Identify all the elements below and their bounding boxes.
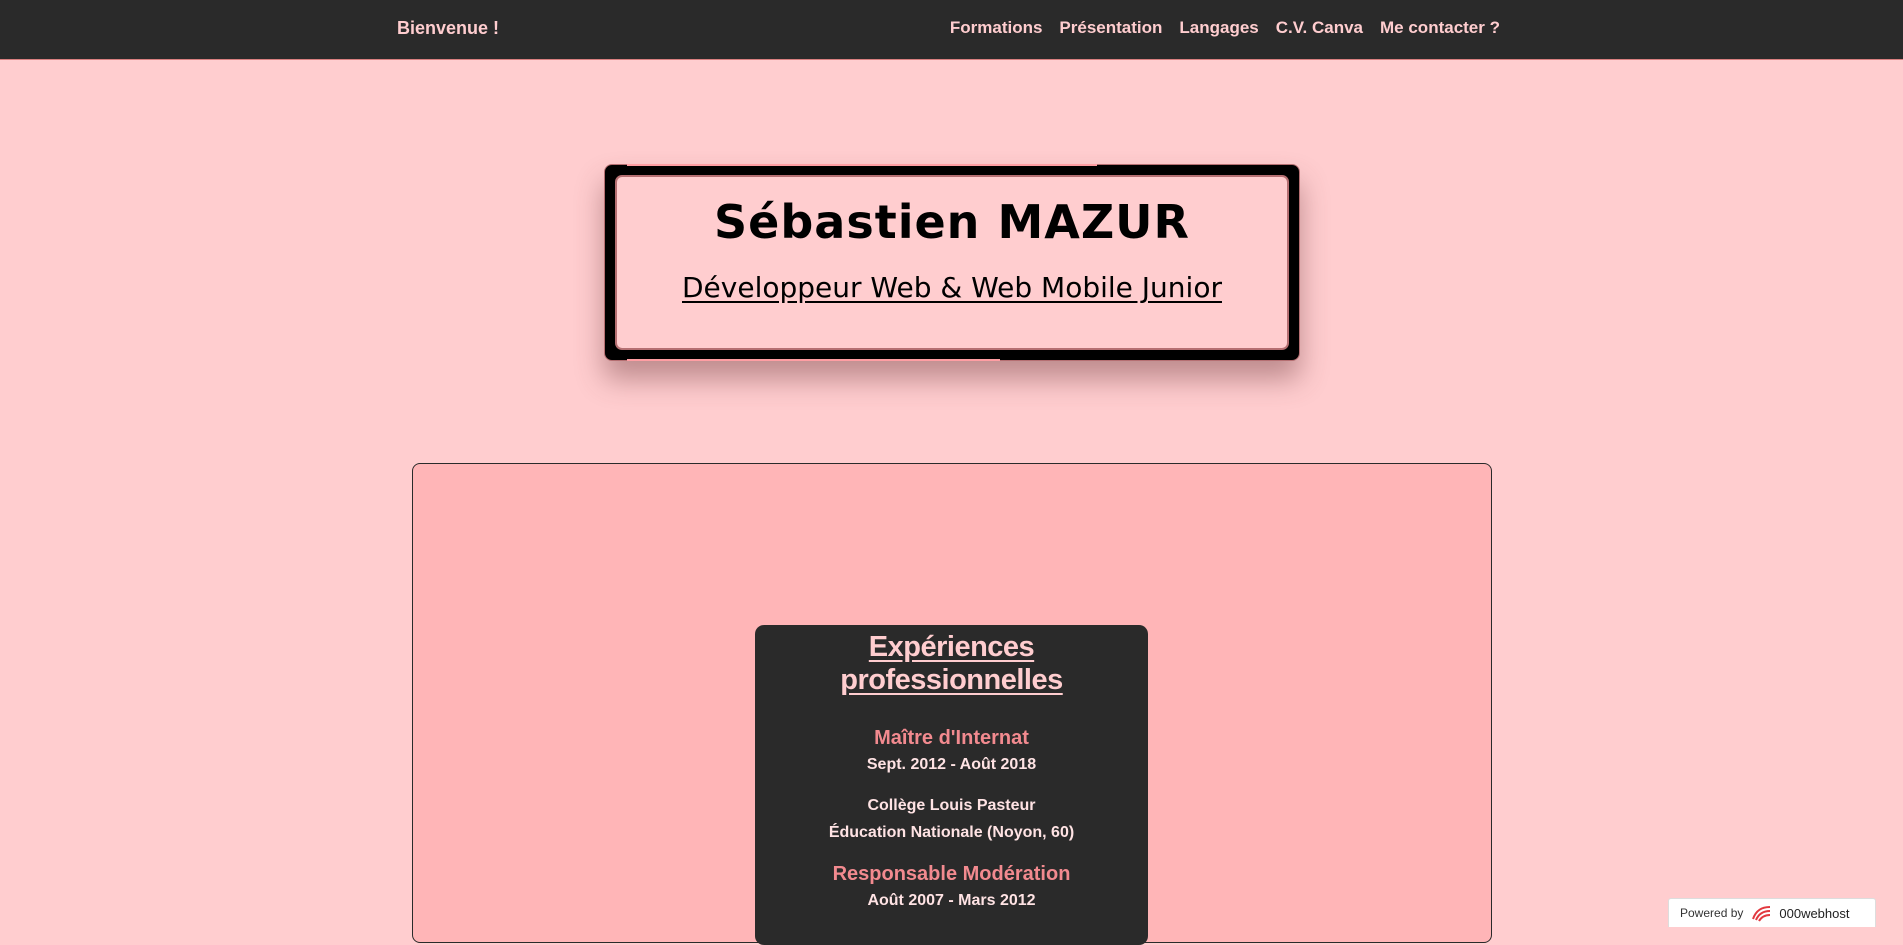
- hero-accent-line-bottom: [627, 359, 1000, 361]
- job-place: Collège Louis Pasteur Éducation National…: [755, 792, 1148, 846]
- job-item: Responsable Modération Août 2007 - Mars …: [755, 863, 1148, 910]
- hero-banner: Sébastien MAZUR Développeur Web & Web Mo…: [604, 164, 1300, 361]
- powered-by-badge[interactable]: Powered by 000webhost: [1668, 898, 1876, 927]
- brand-link[interactable]: Bienvenue !: [397, 18, 499, 39]
- job-title: Responsable Modération: [832, 863, 1071, 885]
- webhost-name: 000webhost: [1779, 905, 1850, 921]
- nav-link-langages[interactable]: Langages: [1179, 18, 1258, 38]
- hero-name: Sébastien MAZUR: [714, 195, 1190, 249]
- nav-links: Formations Présentation Langages C.V. Ca…: [950, 18, 1500, 38]
- nav-link-cv-canva[interactable]: C.V. Canva: [1276, 18, 1363, 38]
- nav-link-contact[interactable]: Me contacter ?: [1380, 18, 1500, 38]
- job-dates: Août 2007 - Mars 2012: [867, 892, 1036, 909]
- hero-accent-line-top: [627, 164, 1097, 166]
- job-place-line1: Collège Louis Pasteur: [867, 797, 1036, 814]
- nav-link-presentation[interactable]: Présentation: [1059, 18, 1162, 38]
- job-item: Maître d'Internat Sept. 2012 - Août 2018…: [755, 727, 1148, 846]
- nav-link-formations[interactable]: Formations: [950, 18, 1043, 38]
- job-place-line2: Éducation Nationale (Noyon, 60): [828, 824, 1075, 841]
- webhost-logo-icon: [1752, 906, 1771, 922]
- experiences-card: Expériences professionnelles Maître d'In…: [755, 625, 1148, 945]
- top-navbar: Bienvenue ! Formations Présentation Lang…: [0, 0, 1903, 60]
- job-title: Maître d'Internat: [874, 727, 1029, 749]
- hero-inner-card: Sébastien MAZUR Développeur Web & Web Mo…: [615, 175, 1289, 350]
- experiences-heading: Expériences professionnelles: [840, 631, 1063, 696]
- job-dates: Sept. 2012 - Août 2018: [866, 756, 1037, 773]
- hero-role: Développeur Web & Web Mobile Junior: [682, 271, 1222, 304]
- powered-by-label: Powered by: [1680, 906, 1744, 920]
